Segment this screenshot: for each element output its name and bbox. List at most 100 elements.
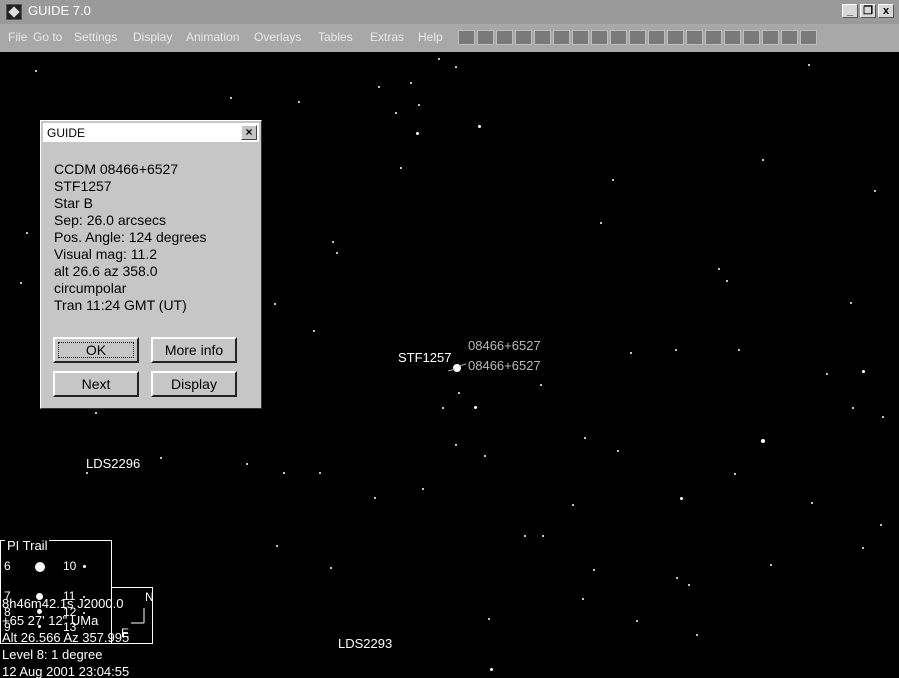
info-visual-mag: Visual mag: 11.2 (54, 246, 157, 262)
toolbar-button[interactable] (534, 30, 551, 45)
star (484, 455, 486, 457)
toolbar-button[interactable] (724, 30, 741, 45)
toolbar-button[interactable] (781, 30, 798, 45)
star (455, 444, 457, 446)
star (410, 82, 412, 84)
star-label-lds2296[interactable]: LDS2296 (86, 456, 140, 471)
star (540, 384, 542, 386)
menu-settings[interactable]: Settings (74, 30, 117, 44)
status-altaz: Alt 26.566 Az 357.995 (2, 630, 130, 645)
star (95, 412, 97, 414)
star (770, 564, 772, 566)
next-button[interactable]: Next (53, 371, 139, 397)
menu-overlays[interactable]: Overlays (254, 30, 301, 44)
info-position-angle: Pos. Angle: 124 degrees (54, 229, 207, 245)
focus-ring (58, 342, 134, 358)
star (26, 232, 28, 234)
star (283, 472, 285, 474)
star-label-ccdm-b[interactable]: 08466+6527 (468, 358, 541, 373)
toolbar-button[interactable] (477, 30, 494, 45)
star (874, 190, 876, 192)
info-circumpolar: circumpolar (54, 280, 127, 296)
star (811, 502, 813, 504)
magnitude-legend: PI Trail 6 7 8 9 10 11 12 13 (0, 538, 112, 644)
legend-mag-10: 10 (63, 559, 77, 573)
star (882, 416, 884, 418)
info-star: Star B (54, 195, 93, 211)
dialog-close-button[interactable]: × (241, 125, 257, 140)
menu-file[interactable]: File (8, 30, 27, 44)
close-button[interactable]: x (878, 4, 894, 18)
star (246, 463, 248, 465)
star (718, 268, 720, 270)
star (738, 349, 740, 351)
minimize-button[interactable]: _ (842, 4, 858, 18)
toolbar-button[interactable] (629, 30, 646, 45)
star-label-lds2293[interactable]: LDS2293 (338, 636, 392, 651)
menu-go-to[interactable]: Go to (33, 30, 62, 44)
toolbar-button[interactable] (800, 30, 817, 45)
star (422, 488, 424, 490)
toolbar-button[interactable] (743, 30, 760, 45)
toolbar-button[interactable] (705, 30, 722, 45)
toolbar-button[interactable] (572, 30, 589, 45)
toolbar-button[interactable] (762, 30, 779, 45)
toolbar-button[interactable] (496, 30, 513, 45)
star (276, 545, 278, 547)
star (880, 524, 882, 526)
star (636, 620, 638, 622)
legend-dot-6 (35, 562, 45, 572)
star (458, 392, 460, 394)
toolbar-button[interactable] (591, 30, 608, 45)
toolbar-button[interactable] (667, 30, 684, 45)
app-icon[interactable] (6, 4, 22, 20)
star (542, 535, 544, 537)
star (852, 407, 854, 409)
dialog-title-bar: GUIDE × (43, 123, 259, 142)
star (332, 241, 334, 243)
legend-title: PI Trail (5, 538, 50, 553)
guide-dialog: GUIDE × CCDM 08466+6527 STF1257 Star B S… (40, 120, 262, 409)
dialog-title: GUIDE (47, 126, 86, 140)
more-info-button[interactable]: More info (151, 337, 237, 363)
menu-extras[interactable]: Extras (370, 30, 404, 44)
menu-display[interactable]: Display (133, 30, 172, 44)
toolbar-button[interactable] (610, 30, 627, 45)
ok-button[interactable]: OK (53, 337, 139, 363)
star (524, 535, 526, 537)
star (490, 668, 493, 671)
menu-animation[interactable]: Animation (186, 30, 239, 44)
status-ra: 8h46m42.1s J2000.0 (2, 596, 124, 611)
status-dec: +65 27' 12" UMa (2, 613, 99, 628)
star (808, 64, 810, 66)
star (675, 349, 677, 351)
star (680, 497, 683, 500)
star (617, 450, 619, 452)
star (582, 598, 584, 600)
toolbar-button[interactable] (686, 30, 703, 45)
info-alt-az: alt 26.6 az 358.0 (54, 263, 158, 279)
legend-dot-10 (83, 565, 86, 568)
display-button[interactable]: Display (151, 371, 237, 397)
toolbar-button[interactable] (553, 30, 570, 45)
star (330, 567, 332, 569)
star-label-stf1257[interactable]: STF1257 (398, 350, 451, 365)
title-bar: GUIDE 7.0 _ ❐ x (0, 0, 899, 24)
star (761, 439, 765, 443)
toolbar-button[interactable] (648, 30, 665, 45)
star (826, 373, 828, 375)
menu-help[interactable]: Help (418, 30, 443, 44)
toolbar-button[interactable] (515, 30, 532, 45)
star (35, 70, 37, 72)
menu-tables[interactable]: Tables (318, 30, 353, 44)
toolbar-button[interactable] (458, 30, 475, 45)
star (862, 547, 864, 549)
star (488, 618, 490, 620)
star (584, 437, 586, 439)
star (298, 101, 300, 103)
maximize-button[interactable]: ❐ (860, 4, 876, 18)
star-label-ccdm-a[interactable]: 08466+6527 (468, 338, 541, 353)
star (442, 407, 444, 409)
star (630, 352, 632, 354)
star (336, 252, 338, 254)
